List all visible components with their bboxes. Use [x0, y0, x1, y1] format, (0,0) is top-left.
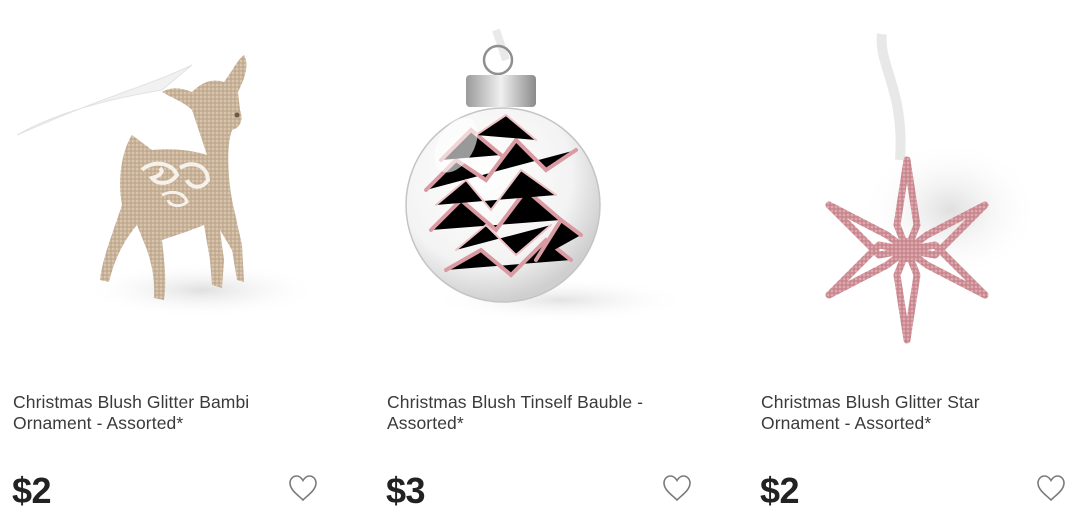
product-card[interactable]: Christmas Blush Tinself Bauble - Assorte…	[386, 0, 716, 519]
glitter-star-ornament-image[interactable]	[760, 20, 1080, 360]
product-grid: Christmas Blush Glitter Bambi Ornament -…	[0, 0, 1080, 519]
product-title[interactable]: Christmas Blush Tinself Bauble - Assorte…	[387, 392, 687, 434]
product-title[interactable]: Christmas Blush Glitter Star Ornament - …	[761, 392, 1061, 434]
product-price: $3	[386, 470, 426, 511]
product-card[interactable]: Christmas Blush Glitter Bambi Ornament -…	[12, 0, 342, 519]
product-card[interactable]: Christmas Blush Glitter Star Ornament - …	[760, 0, 1080, 519]
glitter-bambi-ornament-image[interactable]	[12, 20, 342, 360]
product-price: $2	[760, 470, 800, 511]
product-price: $2	[12, 470, 52, 511]
heart-outline-icon[interactable]	[1036, 474, 1066, 502]
heart-outline-icon[interactable]	[662, 474, 692, 502]
product-title[interactable]: Christmas Blush Glitter Bambi Ornament -…	[13, 392, 313, 434]
tinsel-bauble-image[interactable]	[386, 20, 716, 360]
heart-outline-icon[interactable]	[288, 474, 318, 502]
